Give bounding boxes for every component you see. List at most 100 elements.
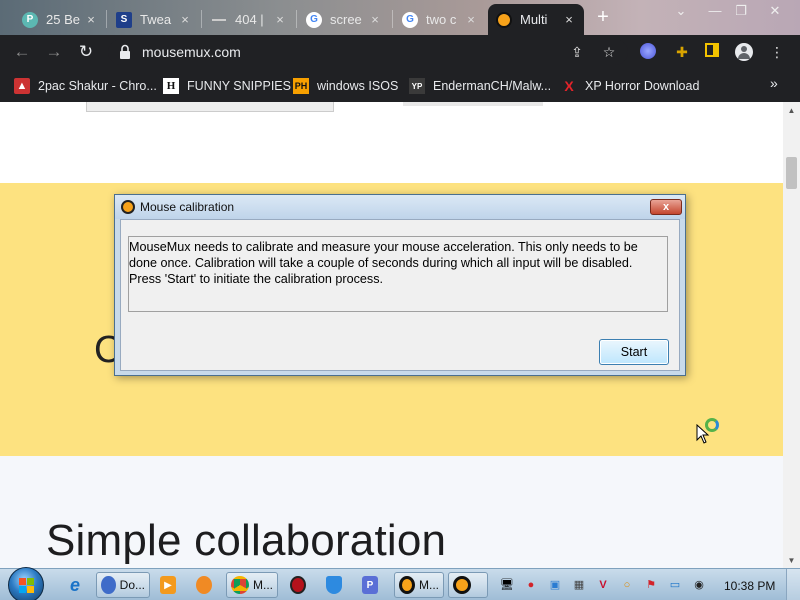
tab-close-icon[interactable]: × [178, 12, 192, 27]
bookmarks-overflow-button[interactable]: » [770, 75, 778, 91]
mousemux-small-icon[interactable] [448, 572, 488, 598]
chrome-button[interactable]: M... [226, 572, 278, 598]
forward-button[interactable]: → [44, 42, 64, 62]
tab-close-icon[interactable]: × [273, 12, 287, 27]
share-icon[interactable]: ⇪ [568, 43, 586, 61]
start-button[interactable] [8, 567, 44, 600]
tray-network-icon[interactable]: ▣ [548, 578, 562, 592]
tray-camera-icon[interactable]: ● [524, 578, 538, 592]
doc-app-button[interactable]: Do... [96, 572, 150, 598]
tab-strip: P 25 Be × S Twea × 404 | × G scree × G t… [0, 0, 800, 35]
tab-label: Twea [140, 12, 172, 27]
tab-label: scree [330, 12, 362, 27]
tab-tweaks[interactable]: S Twea × [108, 4, 200, 35]
tab-25-best[interactable]: P 25 Be × [14, 4, 106, 35]
close-window-button[interactable]: ✕ [762, 3, 788, 19]
taskbar-clock[interactable]: 10:38 PM [724, 579, 775, 593]
tray-volume-icon[interactable]: ◉ [692, 578, 706, 592]
windows-logo-icon [19, 578, 34, 593]
screenshot-thumbnail [86, 102, 334, 112]
bookmark-windows-isos[interactable]: PH windows ISOS [293, 77, 398, 95]
taskbar-button-label: M... [419, 578, 439, 592]
lock-icon [120, 44, 130, 59]
dialog-close-button[interactable]: x [650, 199, 682, 215]
menu-kebab-icon[interactable]: ⋮ [768, 43, 786, 61]
tab-screenshot-search[interactable]: G scree × [298, 4, 390, 35]
tab-close-icon[interactable]: × [562, 12, 576, 27]
tab-close-icon[interactable]: × [368, 12, 382, 27]
scroll-down-icon[interactable]: ▼ [787, 556, 796, 565]
extensions-puzzle-icon[interactable]: ✚ [673, 43, 691, 61]
mouse-cursor-icon [696, 424, 710, 444]
tray-search-icon[interactable]: ○ [620, 578, 634, 592]
media-player-icon[interactable]: ▶ [156, 572, 184, 598]
show-desktop-button[interactable] [786, 569, 800, 600]
media-player-logo-icon: ▶ [160, 576, 176, 594]
tab-multi-active[interactable]: Multi × [488, 4, 584, 35]
minimize-button[interactable]: — [704, 3, 726, 19]
tray-puzzle-icon[interactable]: ▦ [572, 578, 586, 592]
mousemux-logo-icon [453, 576, 471, 594]
uc-icon[interactable] [192, 572, 220, 598]
url-text: mousemux.com [142, 44, 241, 60]
bookmarks-bar: ▲ 2pac Shakur - Chro... H FUNNY SNIPPIES… [0, 69, 800, 102]
bookmark-star-icon[interactable]: ☆ [600, 43, 618, 61]
tab-label: two c [426, 12, 457, 27]
dialog-message: MouseMux needs to calibrate and measure … [129, 240, 638, 286]
dialog-title: Mouse calibration [140, 200, 235, 214]
bookmark-label: EndermanCH/Malw... [433, 79, 552, 93]
tab-label: 25 Be [46, 12, 80, 27]
doc-app-icon [101, 576, 116, 594]
red-app-icon[interactable] [286, 572, 314, 598]
bookmark-endermanch[interactable]: YP EndermanCH/Malw... [409, 77, 551, 95]
ie-logo-icon: e [69, 574, 80, 595]
scrollbar-thumb[interactable] [786, 157, 797, 189]
bookmark-label: FUNNY SNIPPIES [187, 79, 291, 93]
address-bar[interactable]: mousemux.com [108, 39, 628, 65]
h-logo-icon: H [163, 78, 179, 94]
mousemux-icon [121, 200, 135, 214]
side-panel-icon[interactable] [705, 43, 723, 61]
x-logo-icon: X [564, 78, 574, 94]
ie-icon[interactable]: e [62, 572, 92, 598]
tab-close-icon[interactable]: × [84, 12, 98, 27]
p-favicon-icon: P [22, 11, 38, 28]
back-button[interactable]: ← [12, 42, 32, 62]
tray-flag-icon[interactable]: ⚑ [644, 578, 658, 592]
bookmark-funny-snippies[interactable]: H FUNNY SNIPPIES [163, 77, 291, 95]
uc-logo-icon [196, 576, 212, 594]
mousemux-favicon-icon [496, 11, 512, 28]
profile-avatar-icon[interactable] [735, 43, 753, 61]
mouse-calibration-dialog: Mouse calibration x MouseMux needs to ca… [114, 194, 686, 376]
start-button[interactable]: Start [599, 339, 669, 365]
bookmark-2pac[interactable]: ▲ 2pac Shakur - Chro... [14, 77, 157, 95]
bookmark-xp-horror[interactable]: X XP Horror Download [561, 77, 699, 95]
chrome-logo-icon [231, 576, 249, 594]
mousemux-button[interactable]: M... [394, 572, 444, 598]
browser-toolbar: ← → ↻ mousemux.com ⇪ ☆ ✚ ⋮ [0, 35, 800, 69]
tray-monitor-icon[interactable]: 🖥 [500, 578, 514, 592]
tab-two-search[interactable]: G two c × [394, 4, 486, 35]
tab-close-icon[interactable]: × [464, 12, 478, 27]
google-favicon-icon: G [306, 11, 322, 28]
tab-label: 404 | [235, 12, 264, 27]
extension-globe-icon[interactable] [640, 43, 658, 61]
dialog-body: MouseMux needs to calibrate and measure … [120, 219, 680, 371]
reload-button[interactable]: ↻ [76, 42, 96, 62]
tray-display-icon[interactable]: ▭ [668, 578, 682, 592]
new-tab-button[interactable]: + [592, 6, 614, 28]
ph-logo-icon: PH [293, 78, 309, 94]
tab-label: Multi [520, 12, 548, 27]
s-favicon-icon: S [116, 11, 132, 28]
p-app-icon[interactable]: P [358, 572, 386, 598]
taskbar-button-label: M... [253, 578, 273, 592]
restore-button[interactable]: ❐ [730, 3, 752, 19]
dialog-titlebar[interactable]: Mouse calibration x [115, 195, 685, 219]
tab-404[interactable]: 404 | × [203, 4, 295, 35]
bookmark-label: 2pac Shakur - Chro... [38, 79, 157, 93]
tab-search-icon[interactable]: ⌄ [670, 3, 692, 19]
tray-v-icon[interactable]: V [596, 578, 610, 592]
page-scrollbar[interactable]: ▲ ▼ [783, 102, 800, 568]
shield-app-icon[interactable] [322, 572, 350, 598]
scroll-up-icon[interactable]: ▲ [787, 106, 796, 115]
